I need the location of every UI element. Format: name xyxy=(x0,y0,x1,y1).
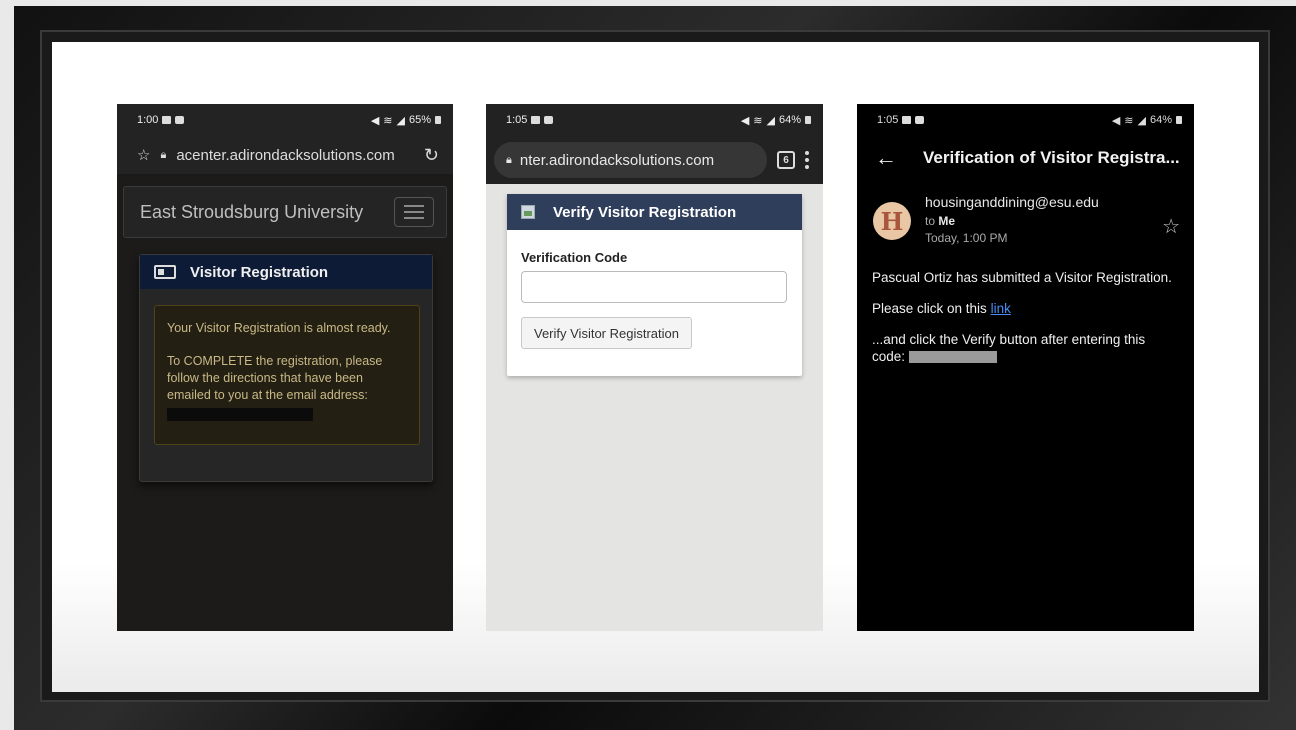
tab-switcher-button[interactable]: 6 xyxy=(777,151,795,169)
battery-icon xyxy=(805,116,811,124)
mute-icon: ◀ xyxy=(1111,114,1121,127)
email-body: Pascual Ortiz has submitted a Visitor Re… xyxy=(857,245,1194,365)
more-options-icon[interactable] xyxy=(805,151,809,169)
battery-level: 65% xyxy=(408,114,431,126)
video-icon xyxy=(915,116,925,124)
phone-screenshot-verify: 1:05 ◀ ≋ ◢ 64% 🔒︎ nter.adirondacksolutio… xyxy=(486,104,823,631)
status-time: 1:05 xyxy=(506,114,528,126)
back-arrow-icon[interactable]: ← xyxy=(875,145,897,171)
battery-icon xyxy=(435,116,441,124)
battery-icon xyxy=(1176,116,1182,124)
reload-icon[interactable]: ↻ xyxy=(424,145,439,166)
signal-icon: ◢ xyxy=(766,114,775,127)
browser-toolbar: 🔒︎ nter.adirondacksolutions.com 6 xyxy=(486,136,823,184)
image-icon xyxy=(531,116,541,124)
url-text[interactable]: nter.adirondacksolutions.com xyxy=(520,152,714,169)
wifi-icon: ≋ xyxy=(753,114,763,127)
recipient-name: Me xyxy=(938,214,956,228)
redacted-email xyxy=(167,408,313,421)
battery-level: 64% xyxy=(1149,114,1172,126)
email-toolbar: ← Verification of Visitor Registra... xyxy=(857,136,1194,180)
video-icon xyxy=(544,116,554,124)
email-body-line3: ...and click the Verify button after ent… xyxy=(872,331,1180,365)
link-prefix: Please click on this xyxy=(872,301,987,316)
alert-instructions: To COMPLETE the registration, please fol… xyxy=(167,354,383,402)
card-title: Visitor Registration xyxy=(190,263,329,281)
menu-toggle-button[interactable] xyxy=(394,197,434,227)
status-bar: 1:00 ◀ ≋ ◢ 65% xyxy=(117,104,453,136)
image-icon xyxy=(902,116,912,124)
browser-address-bar[interactable]: 🔒︎ nter.adirondacksolutions.com xyxy=(494,142,767,178)
email-body-line2: Please click on this link xyxy=(872,300,1180,317)
id-card-icon xyxy=(154,265,176,279)
star-icon[interactable]: ☆ xyxy=(1162,214,1180,239)
verify-button[interactable]: Verify Visitor Registration xyxy=(521,317,692,349)
registration-card: Visitor Registration Your Visitor Regist… xyxy=(139,254,433,482)
site-brand[interactable]: East Stroudsburg University xyxy=(140,202,363,223)
lock-icon: 🔒︎ xyxy=(506,153,512,166)
image-icon xyxy=(162,116,172,124)
card-title: Verify Visitor Registration xyxy=(553,203,737,221)
status-time: 1:00 xyxy=(137,114,159,126)
wifi-icon: ≋ xyxy=(383,114,393,127)
browser-address-bar[interactable]: ☆ 🔒︎ acenter.adirondacksolutions.com ↻ xyxy=(117,136,453,176)
status-bar: 1:05 ◀ ≋ ◢ 64% xyxy=(857,104,1194,136)
alert-message: Your Visitor Registration is almost read… xyxy=(167,321,391,335)
verification-code-input[interactable] xyxy=(521,271,787,303)
battery-level: 64% xyxy=(778,114,801,126)
redacted-code xyxy=(908,351,997,364)
notice-alert: Your Visitor Registration is almost read… xyxy=(154,305,420,445)
sender-info: H housinganddining@esu.edu to Me Today, … xyxy=(857,180,1194,245)
verification-code-label: Verification Code xyxy=(521,250,628,265)
phone-screenshot-email: 1:05 ◀ ≋ ◢ 64% ← Verification of Visitor… xyxy=(857,104,1194,631)
recipient-line: to Me xyxy=(925,214,1180,228)
signal-icon: ◢ xyxy=(1137,114,1146,127)
mute-icon: ◀ xyxy=(740,114,750,127)
email-body-line1: Pascual Ortiz has submitted a Visitor Re… xyxy=(872,270,1172,285)
video-icon xyxy=(175,116,185,124)
verify-card: Verify Visitor Registration Verification… xyxy=(507,194,802,376)
signal-icon: ◢ xyxy=(396,114,405,127)
sender-email[interactable]: housinganddining@esu.edu xyxy=(925,194,1180,210)
phone-screenshot-registration: 1:00 ◀ ≋ ◢ 65% ☆ 🔒︎ acenter.adirondackso… xyxy=(117,104,453,631)
avatar[interactable]: H xyxy=(873,202,911,240)
recipient-prefix: to xyxy=(925,214,936,228)
email-date: Today, 1:00 PM xyxy=(925,231,1008,245)
url-text[interactable]: acenter.adirondacksolutions.com xyxy=(176,147,414,164)
wifi-icon: ≋ xyxy=(1124,114,1134,127)
bookmark-star-icon[interactable]: ☆ xyxy=(137,146,150,164)
site-navbar: East Stroudsburg University xyxy=(123,186,447,238)
broken-image-icon xyxy=(521,205,535,219)
status-time: 1:05 xyxy=(877,114,899,126)
status-bar: 1:05 ◀ ≋ ◢ 64% xyxy=(486,104,823,136)
mute-icon: ◀ xyxy=(370,114,380,127)
card-header: Visitor Registration xyxy=(140,255,432,289)
card-header: Verify Visitor Registration xyxy=(507,194,802,230)
email-subject: Verification of Visitor Registra... xyxy=(923,148,1180,167)
lock-icon: 🔒︎ xyxy=(160,148,167,161)
verification-link[interactable]: link xyxy=(991,301,1011,316)
